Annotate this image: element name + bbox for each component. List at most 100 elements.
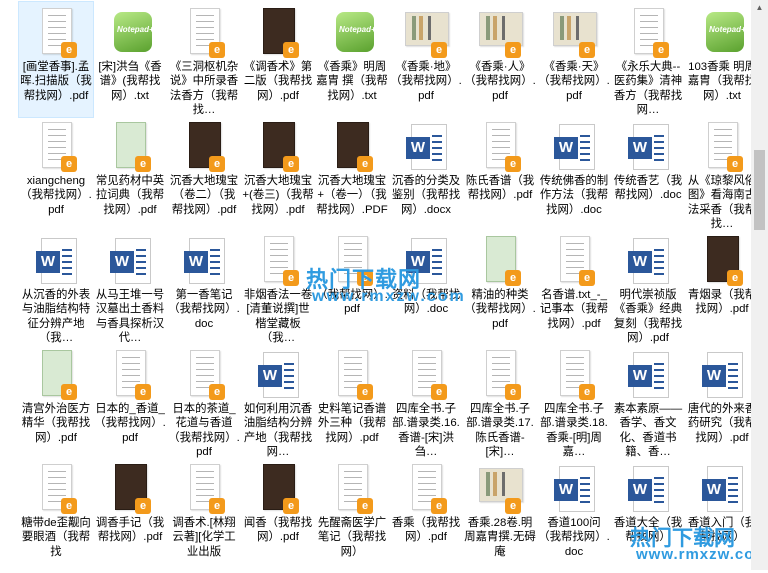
pdf-badge-icon: e xyxy=(283,42,299,58)
file-thumbnail: W xyxy=(625,120,671,172)
file-thumbnail: e xyxy=(107,348,153,400)
file-thumbnail: Notepad++ xyxy=(699,6,750,58)
file-thumbnail: e xyxy=(181,462,227,514)
file-thumbnail: e xyxy=(181,120,227,172)
file-name-label: 从马王堆一号汉墓出土香料与香具探析汉代… xyxy=(95,289,165,344)
file-thumbnail: e xyxy=(551,348,597,400)
file-thumbnail: e xyxy=(403,348,449,400)
file-item[interactable]: e 《香乘·人》（我帮找网）.pdf xyxy=(463,2,537,117)
pdf-badge-icon: e xyxy=(505,270,521,286)
file-name-label: 史料笔记香谱 外三种（我帮找网）.pdf xyxy=(317,403,387,444)
file-item[interactable]: e 名香谱.txt_-_记事本（我帮找网）.pdf xyxy=(537,230,611,345)
vertical-scrollbar[interactable]: ▲ xyxy=(751,0,768,570)
file-thumbnail: W xyxy=(699,462,745,514)
file-item[interactable]: W 素本素原——香学、香文化、香道书籍、香… xyxy=(611,344,685,459)
pdf-badge-icon: e xyxy=(357,384,373,400)
file-item[interactable]: W 如何利用沉香油脂结构分辨产地（我帮找网… xyxy=(241,344,315,459)
file-item[interactable]: e 《香乘·天》（我帮找网）.pdf xyxy=(537,2,611,117)
pdf-badge-icon: e xyxy=(135,384,151,400)
scroll-up-arrow-icon[interactable]: ▲ xyxy=(751,0,768,16)
file-thumbnail: Notepad++ xyxy=(329,6,380,58)
file-item[interactable]: e 香乘（我帮找网）.pdf xyxy=(389,458,463,573)
file-name-label: 闻香（我帮找网）.pdf xyxy=(243,517,313,544)
file-item[interactable]: W 唐代的外来香药研究（我帮找网）.pdf xyxy=(685,344,759,459)
file-item[interactable]: e 糖带de歪觏向要眼酒（我帮找 xyxy=(19,458,93,573)
file-item[interactable]: W 香道100问（我帮找网）.doc xyxy=(537,458,611,573)
file-item[interactable]: e 史料笔记香谱 外三种（我帮找网）.pdf xyxy=(315,344,389,459)
word-doc-icon: W xyxy=(628,352,669,398)
file-item[interactable]: e 陈氏香谱（我帮找网）.pdf xyxy=(463,116,537,231)
word-doc-icon: W xyxy=(554,466,595,512)
file-item[interactable]: e 非烟香法一卷[清董说撰]世楷堂藏板（我… xyxy=(241,230,315,345)
file-item[interactable]: Notepad++ [宋]洪刍《香谱》(我帮找网）.txt xyxy=(93,2,167,117)
file-name-label: 非烟香法一卷[清董说撰]世楷堂藏板（我… xyxy=(243,289,313,344)
file-name-label: 从沉香的外表与油脂结构特征分辨产地（我… xyxy=(21,289,91,344)
file-thumbnail: e xyxy=(625,6,671,58)
scroll-thumb[interactable] xyxy=(754,150,765,230)
file-thumbnail: e xyxy=(551,6,597,58)
file-name-label: 《香乘》明周嘉胄 撰（我帮找网）.txt xyxy=(316,61,388,102)
file-item[interactable]: e 香乘.28卷.明周嘉胄撰.无碍庵 xyxy=(463,458,537,573)
pdf-badge-icon: e xyxy=(505,42,521,58)
file-thumbnail: W xyxy=(107,234,153,286)
file-name-label: 青烟录（我帮找网）.pdf xyxy=(687,289,757,316)
file-name-label: 明代崇祯版《香乘》经典复刻（我帮找网）.pdf xyxy=(613,289,683,344)
file-item[interactable]: e [画堂香事].孟晖.扫描版（我帮找网）.pdf xyxy=(18,1,94,118)
file-item[interactable]: e 《调香术》第二版（我帮找网）.pdf xyxy=(241,2,315,117)
file-item[interactable]: e 先醒斋医学广笔记（我帮找网） xyxy=(315,458,389,573)
file-item[interactable]: e xiangcheng（我帮找网）.pdf xyxy=(19,116,93,231)
file-name-label: 名香谱.txt_-_记事本（我帮找网）.pdf xyxy=(539,289,609,330)
file-item[interactable]: e 青烟录（我帮找网）.pdf xyxy=(685,230,759,345)
file-item[interactable]: Notepad++ 103香乘 明周嘉胄（我帮找网）.txt xyxy=(685,2,759,117)
file-thumbnail: e xyxy=(33,6,79,58)
file-item[interactable]: e 四库全书.子部.谱录类.18.香乘-[明]周嘉… xyxy=(537,344,611,459)
file-item[interactable]: e 精油的种类（我帮找网）.pdf xyxy=(463,230,537,345)
file-item[interactable]: e 沉香大地瑰宝+(卷三)（我帮找网）.pdf xyxy=(241,116,315,231)
file-item[interactable]: e 调香手记（我帮找网）.pdf xyxy=(93,458,167,573)
pdf-badge-icon: e xyxy=(431,384,447,400)
file-item[interactable]: e 沉香大地瑰宝（卷二）（我帮找网）.pdf xyxy=(167,116,241,231)
file-item[interactable]: e 沉香大地瑰宝+（卷一）（我帮找网）.PDF xyxy=(315,116,389,231)
file-name-label: 《三洞枢机杂说》中所录香法香方（我帮找… xyxy=(169,61,239,116)
file-item[interactable]: e 四库全书.子部.谱录类.17.陈氏香谱-[宋]… xyxy=(463,344,537,459)
file-item[interactable]: e 《三洞枢机杂说》中所录香法香方（我帮找… xyxy=(167,2,241,117)
file-item[interactable]: e 日本的茶道_花道与香道（我帮找网）.pdf xyxy=(167,344,241,459)
file-name-label: 四库全书.子部.谱录类.16.香谱-[宋]洪刍… xyxy=(392,403,460,458)
file-thumbnail: e xyxy=(699,120,745,172)
pdf-badge-icon: e xyxy=(431,42,447,58)
file-item[interactable]: e 《永乐大典--医药集》清神香方（我帮找网… xyxy=(611,2,685,117)
word-doc-icon: W xyxy=(110,238,151,284)
file-name-label: 沉香大地瑰宝+（卷一）（我帮找网）.PDF xyxy=(316,175,388,216)
file-item[interactable]: W 从马王堆一号汉墓出土香料与香具探析汉代… xyxy=(93,230,167,345)
file-item[interactable]: e 《香乘·地》（我帮找网）.pdf xyxy=(389,2,463,117)
file-thumbnail: e xyxy=(551,234,597,286)
word-doc-icon: W xyxy=(554,124,595,170)
file-name-label: 《香乘·地》（我帮找网）.pdf xyxy=(390,61,462,102)
file-item[interactable]: e 从《琼黎风俗图》看海南古法采香（我帮找… xyxy=(685,116,759,231)
file-item[interactable]: W 沉香的分类及鉴别（我帮找网）.docx xyxy=(389,116,463,231)
file-thumbnail: W xyxy=(403,120,449,172)
file-item[interactable]: W 第一香笔记（我帮找网）.doc xyxy=(167,230,241,345)
file-name-label: 四库全书.子部.谱录类.17.陈氏香谱-[宋]… xyxy=(466,403,534,458)
file-item[interactable]: e 闻香（我帮找网）.pdf xyxy=(241,458,315,573)
file-item[interactable]: W 传统佛香的制作方法（我帮找网）.doc xyxy=(537,116,611,231)
file-item[interactable]: e 调香术.[林翔云著][化学工业出版 xyxy=(167,458,241,573)
file-thumbnail: e xyxy=(255,234,301,286)
file-item[interactable]: W 传统香艺（我帮找网）.doc xyxy=(611,116,685,231)
file-item[interactable]: e 清宫外治医方精华（我帮找网）.pdf xyxy=(19,344,93,459)
file-item[interactable]: e 日本的_香道_（我帮找网）.pdf xyxy=(93,344,167,459)
pdf-badge-icon: e xyxy=(505,498,521,514)
file-name-label: 103香乘 明周嘉胄（我帮找网）.txt xyxy=(687,61,757,102)
file-name-label: 调香术.[林翔云著][化学工业出版 xyxy=(172,517,236,558)
file-item[interactable]: W 从沉香的外表与油脂结构特征分辨产地（我… xyxy=(19,230,93,345)
file-item[interactable]: e 常见药材中英拉词典（我帮找网）.pdf xyxy=(93,116,167,231)
file-item[interactable]: Notepad++ 《香乘》明周嘉胄 撰（我帮找网）.txt xyxy=(315,2,389,117)
file-item[interactable]: e 四库全书.子部.谱录类.16.香谱-[宋]洪刍… xyxy=(389,344,463,459)
file-thumbnail: e xyxy=(403,6,449,58)
pdf-badge-icon: e xyxy=(209,498,225,514)
file-thumbnail: W xyxy=(699,348,745,400)
pdf-badge-icon: e xyxy=(579,384,595,400)
pdf-badge-icon: e xyxy=(283,498,299,514)
file-thumbnail: e xyxy=(181,348,227,400)
file-item[interactable]: W 明代崇祯版《香乘》经典复刻（我帮找网）.pdf xyxy=(611,230,685,345)
